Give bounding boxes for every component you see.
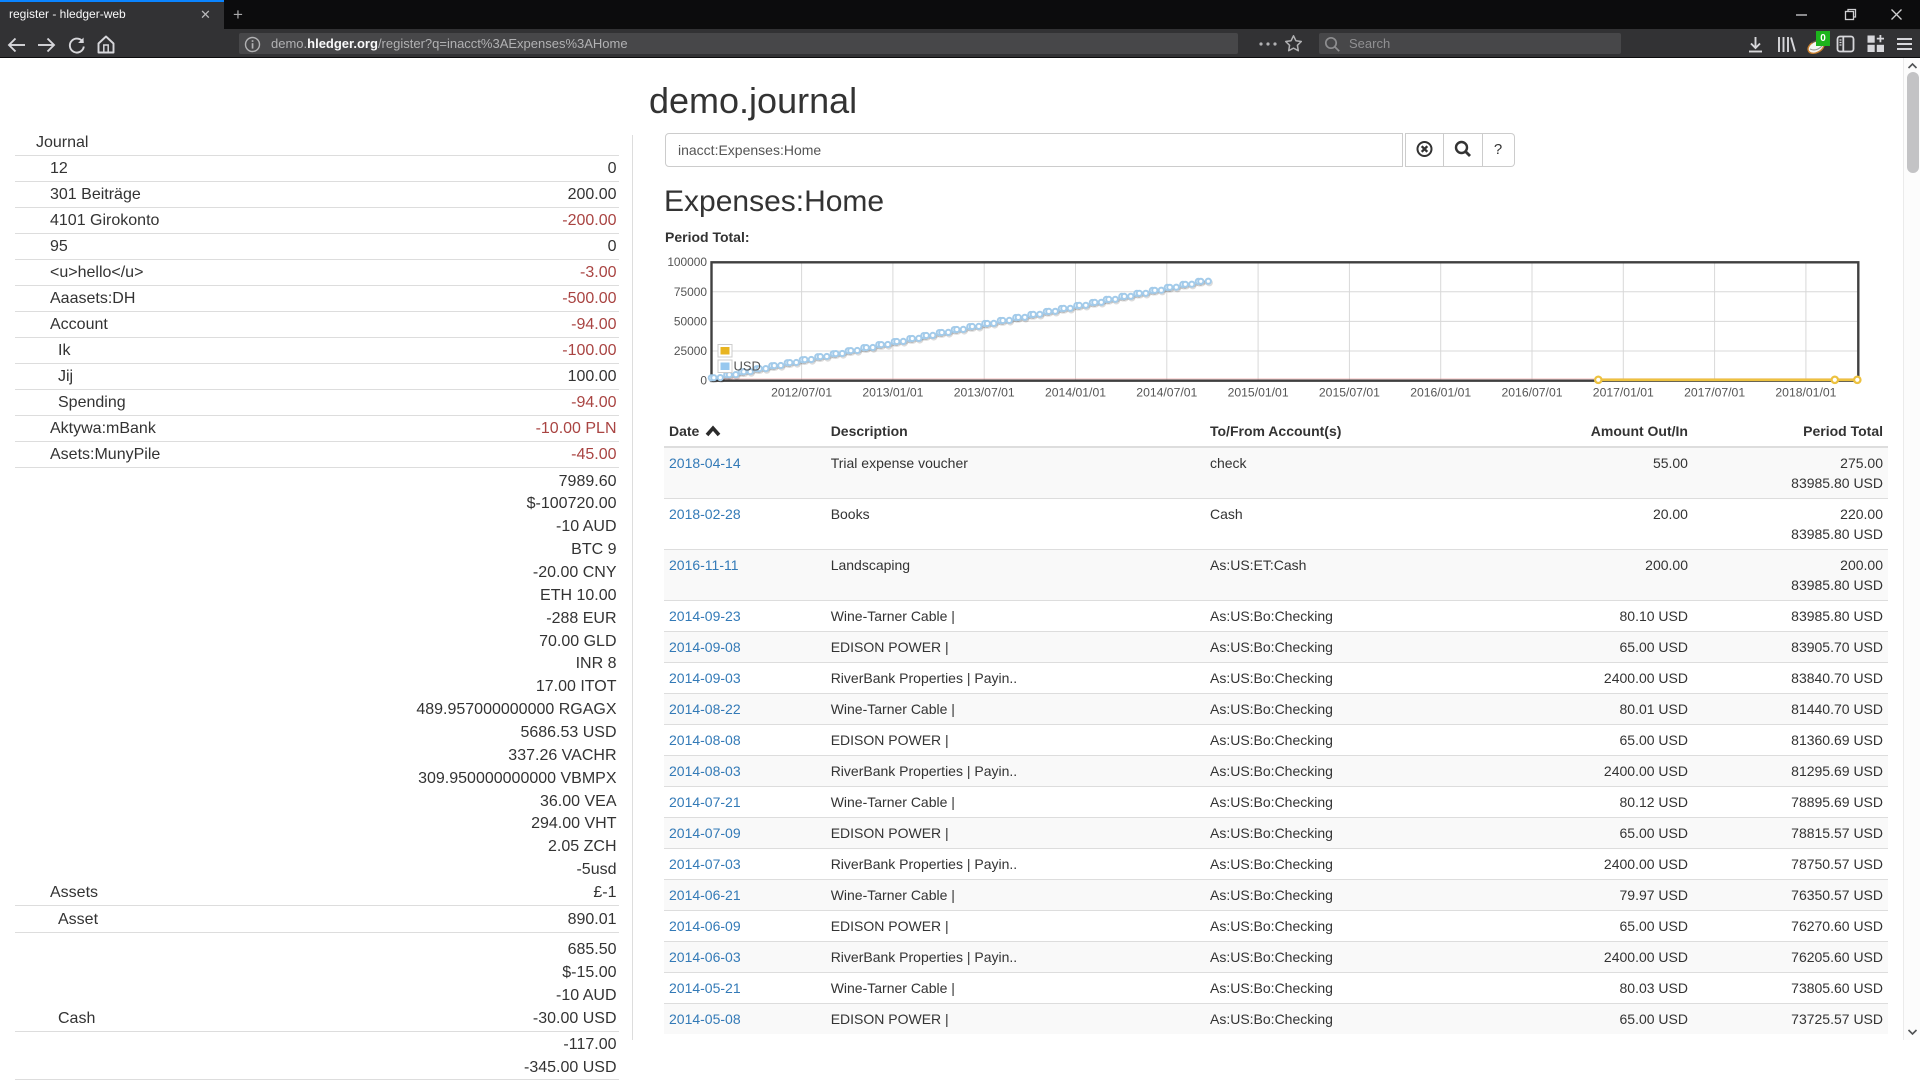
svg-text:2014/07/01: 2014/07/01 [1136, 386, 1197, 400]
svg-text:2013/01/01: 2013/01/01 [862, 386, 923, 400]
svg-text:2013/07/01: 2013/07/01 [954, 386, 1015, 400]
svg-text:USD: USD [734, 359, 761, 374]
svg-text:2017/07/01: 2017/07/01 [1684, 386, 1745, 400]
svg-text:100000: 100000 [667, 255, 707, 269]
svg-text:2017/01/01: 2017/01/01 [1593, 386, 1654, 400]
svg-text:2015/01/01: 2015/01/01 [1228, 386, 1289, 400]
svg-text:2018/01/01: 2018/01/01 [1775, 386, 1836, 400]
svg-text:2014/01/01: 2014/01/01 [1045, 386, 1106, 400]
svg-text:75000: 75000 [674, 285, 707, 299]
svg-text:0: 0 [700, 374, 707, 388]
svg-text:2012/07/01: 2012/07/01 [771, 386, 832, 400]
svg-text:50000: 50000 [674, 314, 707, 328]
svg-text:25000: 25000 [674, 344, 707, 358]
svg-text:2016/07/01: 2016/07/01 [1502, 386, 1563, 400]
svg-text:2015/07/01: 2015/07/01 [1319, 386, 1380, 400]
svg-text:2016/01/01: 2016/01/01 [1410, 386, 1471, 400]
